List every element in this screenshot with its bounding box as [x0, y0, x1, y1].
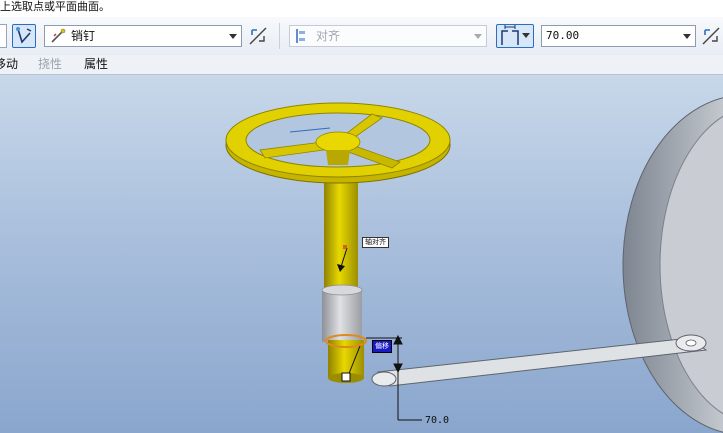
- offset-value: 70.00: [546, 29, 580, 42]
- offset-icon: [501, 25, 519, 45]
- chevron-down-icon: [683, 34, 691, 39]
- dashboard-toolbar: 销钉 对齐 70.00: [0, 17, 723, 56]
- tab-properties[interactable]: 属性: [84, 56, 108, 72]
- align-icon: [296, 29, 305, 43]
- axis-label-tag: 轴对齐: [362, 237, 389, 248]
- graphics-viewport[interactable]: 轴对齐 偏移 70.0: [0, 75, 723, 433]
- offset-flag[interactable]: 偏移: [372, 340, 392, 353]
- offset-type-button[interactable]: [496, 24, 534, 48]
- tab-flexibility[interactable]: 挠性: [38, 56, 62, 72]
- chevron-down-icon: [474, 34, 482, 39]
- pin-icon: [51, 28, 66, 43]
- drag-handle[interactable]: [341, 372, 351, 382]
- handwheel-part: [225, 102, 451, 184]
- collapse-button[interactable]: [0, 24, 7, 48]
- slideup-tabs: 移动 挠性 属性: [0, 55, 723, 75]
- chevron-down-icon: [522, 33, 530, 38]
- collar-part: [321, 284, 363, 342]
- user-defined-set-button[interactable]: [12, 24, 36, 48]
- offset-value-input[interactable]: 70.00: [541, 25, 696, 47]
- align-dropdown[interactable]: 对齐: [289, 25, 487, 47]
- chevron-down-icon: [229, 34, 237, 39]
- toolbar-separator: [279, 23, 280, 49]
- status-prompt: 上选取点或平面曲面。: [0, 0, 723, 16]
- constraint-type-value: 销钉: [71, 29, 96, 43]
- constraint-type-dropdown[interactable]: 销钉: [44, 25, 242, 47]
- flip-offset-button[interactable]: [700, 25, 722, 47]
- prompt-text: 上选取点或平面曲面。: [0, 0, 110, 13]
- flip-direction-icon: [702, 27, 720, 45]
- flip-button[interactable]: [247, 25, 269, 47]
- tab-move[interactable]: 移动: [0, 56, 18, 72]
- housing-body: [622, 97, 723, 433]
- align-placeholder: 对齐: [316, 29, 341, 43]
- mechanism-connection-icon: [16, 27, 32, 44]
- dimension-value[interactable]: 70.0: [425, 415, 449, 427]
- flip-direction-icon: [249, 27, 267, 45]
